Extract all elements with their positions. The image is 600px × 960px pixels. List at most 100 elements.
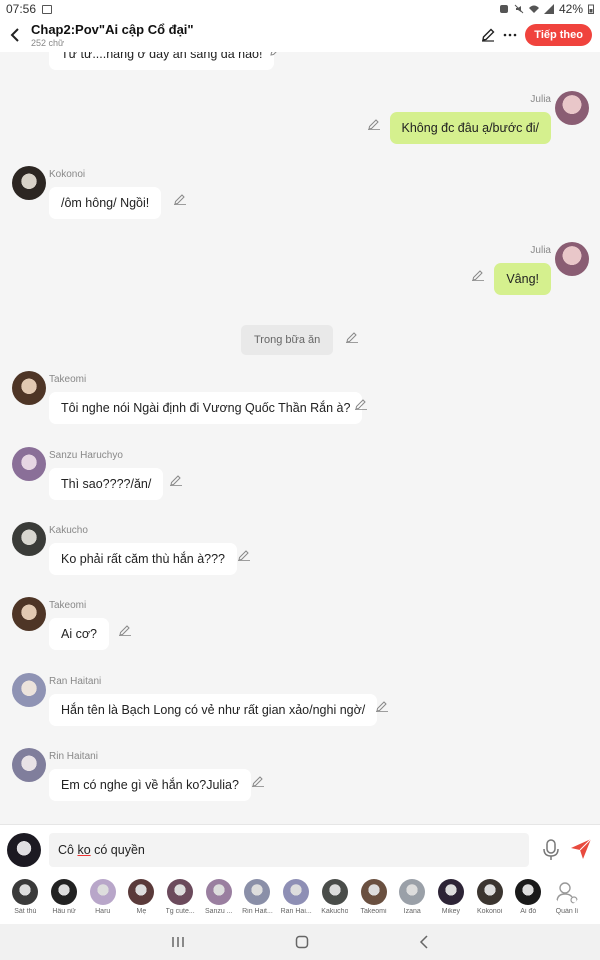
character-label: Sanzu ...	[204, 908, 233, 915]
character-item[interactable]: Mikey	[432, 874, 471, 924]
back-button[interactable]	[2, 18, 28, 52]
character-avatar	[360, 879, 387, 905]
character-item[interactable]: Izana	[393, 874, 432, 924]
character-item[interactable]: Takeomi	[354, 874, 393, 924]
character-item[interactable]: Sanzu ...	[199, 874, 238, 924]
speaker-name: Julia	[530, 245, 551, 256]
status-time: 07:56	[6, 2, 37, 16]
character-avatar	[476, 879, 503, 905]
system-navigation-bar	[0, 924, 600, 960]
avatar[interactable]	[12, 673, 46, 707]
chevron-left-icon	[10, 28, 19, 42]
character-avatar	[515, 879, 542, 905]
character-label: Mẹ	[136, 908, 147, 915]
home-icon[interactable]	[295, 935, 309, 949]
character-item[interactable]: Ai đó	[509, 874, 548, 924]
character-label: Kakucho	[321, 908, 349, 915]
character-label: Tg cute...	[165, 908, 195, 915]
pencil-icon[interactable]	[376, 700, 388, 712]
message-bubble[interactable]: Thì sao????/ăn/	[49, 468, 164, 500]
speaker-name: Ran Haitani	[49, 676, 102, 687]
recent-apps-icon[interactable]	[171, 936, 185, 948]
message-bubble[interactable]: Từ từ....nàng ở đây ăn sáng đã nào!	[49, 52, 275, 70]
character-item[interactable]: Sát thủ	[6, 874, 45, 924]
avatar[interactable]	[12, 371, 46, 405]
manage-users-icon	[556, 882, 578, 904]
avatar[interactable]	[12, 447, 46, 481]
character-avatar	[321, 879, 348, 905]
pencil-icon[interactable]	[170, 474, 182, 486]
character-label: Sát thủ	[14, 908, 37, 915]
gallery-notification-icon	[42, 4, 53, 14]
avatar[interactable]	[12, 597, 46, 631]
pencil-icon[interactable]	[346, 331, 358, 343]
pencil-icon[interactable]	[270, 52, 282, 56]
send-icon[interactable]	[570, 838, 592, 860]
chat-area: Từ từ....nàng ở đây ăn sáng đã nào! Juli…	[0, 52, 600, 824]
character-avatar	[167, 879, 194, 905]
character-label: Rin Hait...	[242, 908, 273, 915]
character-label: Ai đó	[520, 908, 537, 915]
character-item[interactable]: Rin Hait...	[238, 874, 277, 924]
battery-percent: 42%	[558, 2, 583, 16]
character-avatar	[437, 879, 464, 905]
pencil-icon[interactable]	[368, 118, 380, 130]
mute-icon	[514, 4, 524, 14]
speaker-name: Rin Haitani	[49, 751, 98, 762]
input-text-misspelled: ko	[77, 843, 91, 857]
battery-icon	[588, 4, 594, 14]
pencil-icon[interactable]	[119, 624, 131, 636]
character-item[interactable]: Tg cute...	[161, 874, 200, 924]
word-count: 252 chữ	[31, 38, 65, 48]
narration-bubble[interactable]: Trong bữa ăn	[241, 325, 334, 355]
message-bubble[interactable]: Hắn tên là Bạch Long có vẻ như rất gian …	[49, 694, 378, 726]
avatar[interactable]	[555, 91, 589, 125]
avatar[interactable]	[555, 242, 589, 276]
signal-icon	[543, 4, 554, 14]
chapter-title: Chap2:Pov"Ai cập Cổ đại"	[31, 22, 194, 37]
avatar[interactable]	[12, 748, 46, 782]
back-nav-icon[interactable]	[419, 935, 429, 949]
character-avatar	[89, 879, 116, 905]
message-bubble[interactable]: Vâng!	[494, 263, 551, 295]
speaker-name: Takeomi	[49, 374, 87, 385]
character-label: Kokonoi	[476, 908, 503, 915]
character-avatar	[12, 879, 39, 905]
more-options-icon[interactable]	[503, 28, 517, 42]
avatar[interactable]	[12, 522, 46, 556]
pencil-icon[interactable]	[174, 193, 186, 205]
selected-character-avatar[interactable]	[7, 833, 41, 867]
character-item[interactable]: Mẹ	[122, 874, 161, 924]
input-text-before: Cô	[58, 843, 78, 857]
pencil-icon[interactable]	[355, 398, 367, 410]
character-avatar	[205, 879, 232, 905]
microphone-icon[interactable]	[542, 839, 560, 861]
message-bubble[interactable]: Ai cơ?	[49, 618, 109, 650]
character-avatar	[51, 879, 78, 905]
character-label: Ran Hai...	[280, 908, 312, 915]
message-bubble[interactable]: Tôi nghe nói Ngài định đi Vương Quốc Thầ…	[49, 392, 363, 424]
pencil-icon[interactable]	[472, 269, 484, 281]
character-label: Haru	[95, 908, 111, 915]
message-input[interactable]: Cô ko có quyền	[49, 833, 529, 867]
input-text-after: có quyền	[90, 843, 145, 857]
message-bubble[interactable]: Em có nghe gì về hắn ko?Julia?	[49, 769, 251, 801]
character-avatar	[283, 879, 310, 905]
pencil-icon[interactable]	[252, 775, 264, 787]
message-bubble[interactable]: Ko phải rất căm thù hắn à???	[49, 543, 238, 575]
chapter-header: Chap2:Pov"Ai cập Cổ đại" 252 chữ Tiếp th…	[0, 18, 600, 52]
character-item[interactable]: Haru	[83, 874, 122, 924]
pencil-icon[interactable]	[238, 549, 250, 561]
character-item[interactable]: Ran Hai...	[277, 874, 316, 924]
edit-icon[interactable]	[481, 28, 495, 42]
message-bubble[interactable]: Không đc đâu ạ/bước đi/	[389, 112, 551, 144]
avatar[interactable]	[12, 166, 46, 200]
character-label: Takeomi	[360, 908, 387, 915]
next-chapter-button[interactable]: Tiếp theo	[525, 24, 592, 46]
message-bubble[interactable]: /ôm hông/ Ngồi!	[49, 187, 162, 219]
character-item[interactable]: Kokonoi	[470, 874, 509, 924]
message-composer: Cô ko có quyền	[0, 824, 600, 874]
character-item[interactable]: Quản lí	[548, 874, 587, 924]
character-item[interactable]: Kakucho	[316, 874, 355, 924]
character-item[interactable]: Hầu nữ	[45, 874, 84, 924]
